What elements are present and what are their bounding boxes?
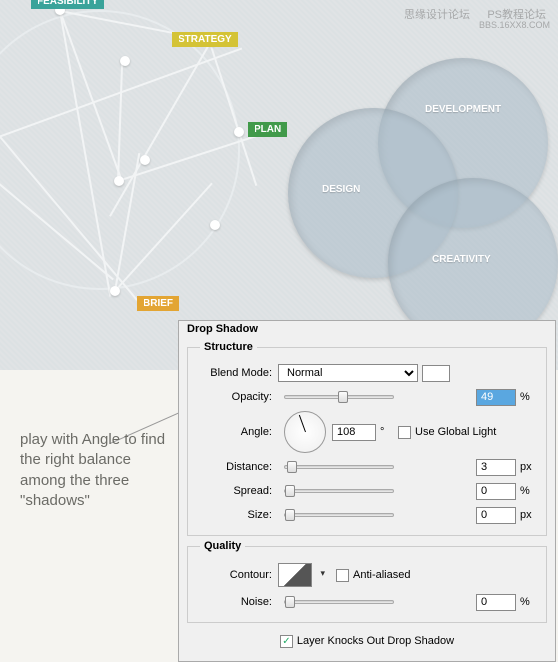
contour-picker[interactable] <box>278 563 312 587</box>
spread-slider[interactable] <box>284 489 394 493</box>
watermark-a: 思缘设计论坛 <box>404 6 470 22</box>
panel-title: Drop Shadow <box>187 323 547 335</box>
size-input[interactable] <box>476 507 516 524</box>
venn-label-design: DESIGN <box>322 184 360 195</box>
knock-out-checkbox[interactable]: ✓ <box>280 635 293 648</box>
opacity-label: Opacity: <box>200 391 278 403</box>
watermark-c: BBS.16XX8.COM <box>479 20 550 30</box>
distance-input[interactable] <box>476 459 516 476</box>
tag-plan: PLAN <box>248 122 287 137</box>
size-unit: px <box>520 509 538 521</box>
blend-mode-select[interactable]: Normal <box>278 364 418 382</box>
opacity-slider[interactable] <box>284 395 394 399</box>
network-node <box>114 176 124 186</box>
quality-group: Quality Contour: Anti-aliased Noise: % <box>187 540 547 623</box>
global-light-label: Use Global Light <box>415 426 496 438</box>
anti-aliased-label: Anti-aliased <box>353 569 410 581</box>
annotation-text: play with Angle to find the right balanc… <box>20 430 170 511</box>
noise-slider[interactable] <box>284 600 394 604</box>
opacity-input[interactable] <box>476 389 516 406</box>
distance-slider[interactable] <box>284 465 394 469</box>
structure-group: Structure Blend Mode: Normal Opacity: % … <box>187 341 547 536</box>
angle-label: Angle: <box>200 426 278 438</box>
tag-brief: BRIEF <box>137 296 179 311</box>
global-light-checkbox[interactable] <box>398 426 411 439</box>
network-node <box>120 56 130 66</box>
knock-out-label: Layer Knocks Out Drop Shadow <box>297 635 454 647</box>
distance-unit: px <box>520 461 538 473</box>
shadow-color-swatch[interactable] <box>422 365 450 382</box>
blend-mode-label: Blend Mode: <box>200 367 278 379</box>
network-node <box>110 286 120 296</box>
noise-unit: % <box>520 596 538 608</box>
venn-label-creativity: CREATIVITY <box>432 254 491 265</box>
distance-label: Distance: <box>200 461 278 473</box>
angle-unit: ° <box>380 426 398 438</box>
spread-label: Spread: <box>200 485 278 497</box>
tag-feasibility: FEASIBILITY <box>31 0 104 9</box>
tag-strategy: STRATEGY <box>172 32 238 47</box>
quality-legend: Quality <box>200 540 245 552</box>
spread-unit: % <box>520 485 538 497</box>
drop-shadow-panel: Drop Shadow Structure Blend Mode: Normal… <box>178 320 556 662</box>
diagram-canvas: 思缘设计论坛 PS教程论坛 BBS.16XX8.COM FEASIBILITY … <box>0 0 558 370</box>
network-node <box>210 220 220 230</box>
noise-label: Noise: <box>200 596 278 608</box>
network-node <box>140 155 150 165</box>
size-label: Size: <box>200 509 278 521</box>
structure-legend: Structure <box>200 341 257 353</box>
angle-dial[interactable] <box>284 411 326 453</box>
venn-label-development: DEVELOPMENT <box>425 104 501 115</box>
lower-area: play with Angle to find the right balanc… <box>0 370 558 600</box>
size-slider[interactable] <box>284 513 394 517</box>
contour-label: Contour: <box>200 569 278 581</box>
anti-aliased-checkbox[interactable] <box>336 569 349 582</box>
noise-input[interactable] <box>476 594 516 611</box>
spread-input[interactable] <box>476 483 516 500</box>
angle-input[interactable] <box>332 424 376 441</box>
opacity-unit: % <box>520 391 538 403</box>
